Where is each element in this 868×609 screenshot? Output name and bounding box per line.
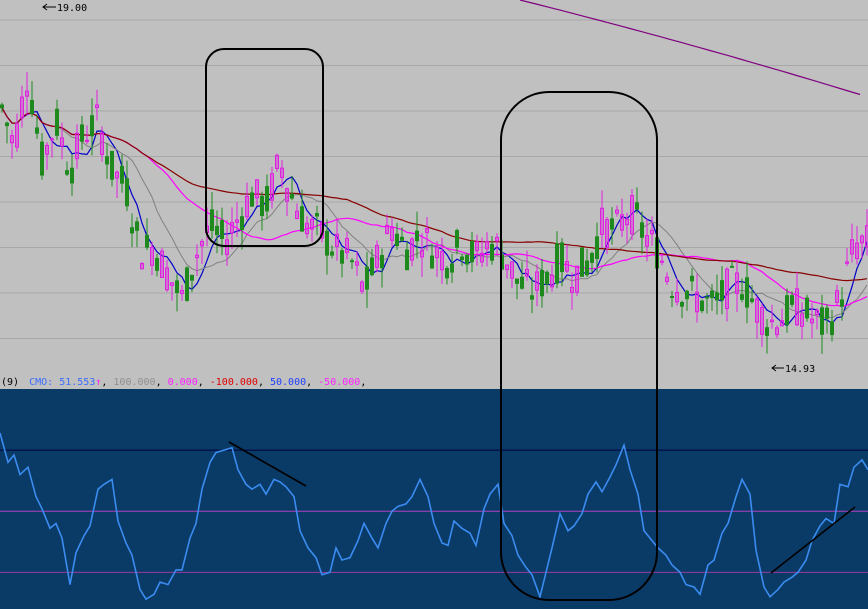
candle-body [125, 178, 129, 207]
candle-body [340, 250, 344, 264]
candle-body [790, 295, 794, 305]
high-label: 19.00 [57, 3, 87, 14]
candle-body [745, 277, 749, 308]
candle-body [155, 258, 159, 271]
candle-body [590, 252, 594, 263]
candle-body [260, 195, 264, 217]
candle-body [350, 260, 354, 263]
candle-body [750, 298, 754, 303]
candle-body [120, 165, 124, 184]
candle-body [405, 249, 409, 271]
candle-body [740, 294, 744, 300]
candle-body [555, 243, 559, 284]
candle-body [560, 242, 564, 273]
candle-body [765, 327, 769, 336]
candle-body [515, 278, 519, 284]
candle-body [540, 269, 544, 297]
candle-body [65, 170, 69, 175]
candle-body [840, 299, 844, 307]
legend-100: 100.000 [113, 377, 155, 388]
candle-body [460, 256, 464, 261]
candle-body [315, 213, 319, 217]
candle-body [250, 192, 254, 207]
candle-body [70, 167, 74, 184]
candle-body [595, 236, 599, 259]
candle-body [705, 296, 709, 299]
candle-body [690, 275, 694, 282]
candle-body [265, 186, 269, 212]
candle-body [730, 265, 734, 268]
candle-body [80, 124, 84, 142]
candle-body [720, 280, 724, 301]
stock-chart: 19.00 14.93 (9) CMO: 51.553↑, 100.000, 0… [0, 0, 868, 609]
candle-body [90, 115, 94, 137]
candle-body [785, 295, 789, 326]
candle-body [50, 138, 54, 141]
candle-body [710, 290, 714, 299]
candle-body [300, 206, 304, 232]
legend-50: 50.000 [270, 377, 306, 388]
legend-minus-50: -50.000 [318, 377, 360, 388]
candle-body [830, 321, 834, 336]
candle-body [805, 297, 809, 319]
candle-body [455, 229, 459, 248]
candle-body [370, 257, 374, 276]
candle-body [450, 263, 454, 273]
candle-body [395, 233, 399, 247]
indicator-legend: (9) CMO: 51.553↑, 100.000, 0.000, -100.0… [1, 377, 366, 388]
candle-body [30, 99, 34, 115]
candle-body [430, 255, 434, 269]
candle-body [820, 307, 824, 335]
candle-body [680, 302, 684, 307]
candle-body [470, 240, 474, 263]
candle-body [55, 108, 59, 136]
candle-body [520, 276, 524, 289]
candle-body [185, 267, 189, 301]
candle-body [365, 266, 369, 290]
candle-body [545, 271, 549, 285]
candle-body [670, 295, 674, 298]
candle-body [715, 292, 719, 301]
candle-body [530, 295, 534, 300]
candle-body [330, 251, 334, 256]
candle-body [175, 280, 179, 294]
candle-body [5, 122, 9, 127]
candle-body [130, 227, 134, 234]
legend-minus-100: -100.000 [210, 377, 258, 388]
candle-body [240, 216, 244, 231]
candle-body [35, 127, 39, 134]
indicator-panel-background [0, 389, 868, 609]
candle-body [610, 218, 614, 230]
candle-body [685, 290, 689, 300]
candle-body [290, 193, 294, 199]
candle-body [585, 260, 589, 276]
candle-body [110, 150, 114, 180]
indicator-period: (9) [1, 377, 19, 388]
candle-body [40, 141, 44, 176]
candle-body [825, 307, 829, 319]
candle-body [415, 230, 419, 242]
candle-body [220, 219, 224, 239]
price-panel-background [0, 0, 868, 373]
candle-body [635, 202, 639, 210]
candle-body [400, 236, 404, 241]
candle-body [380, 255, 384, 269]
candle-body [580, 247, 584, 277]
candle-body [0, 104, 4, 109]
candle-body [465, 254, 469, 265]
candle-body [145, 234, 149, 248]
candle-body [700, 300, 704, 312]
legend-cmo: CMO: 51.553 [29, 377, 95, 388]
candle-body [215, 225, 219, 236]
candle-body [105, 156, 109, 165]
candle-body [325, 230, 329, 256]
candle-body [640, 222, 644, 238]
candle-body [445, 268, 449, 279]
candle-body [210, 209, 214, 231]
legend-0: 0.000 [168, 377, 198, 388]
candle-body [490, 243, 494, 261]
candle-body [190, 274, 194, 281]
candle-body [135, 221, 139, 231]
